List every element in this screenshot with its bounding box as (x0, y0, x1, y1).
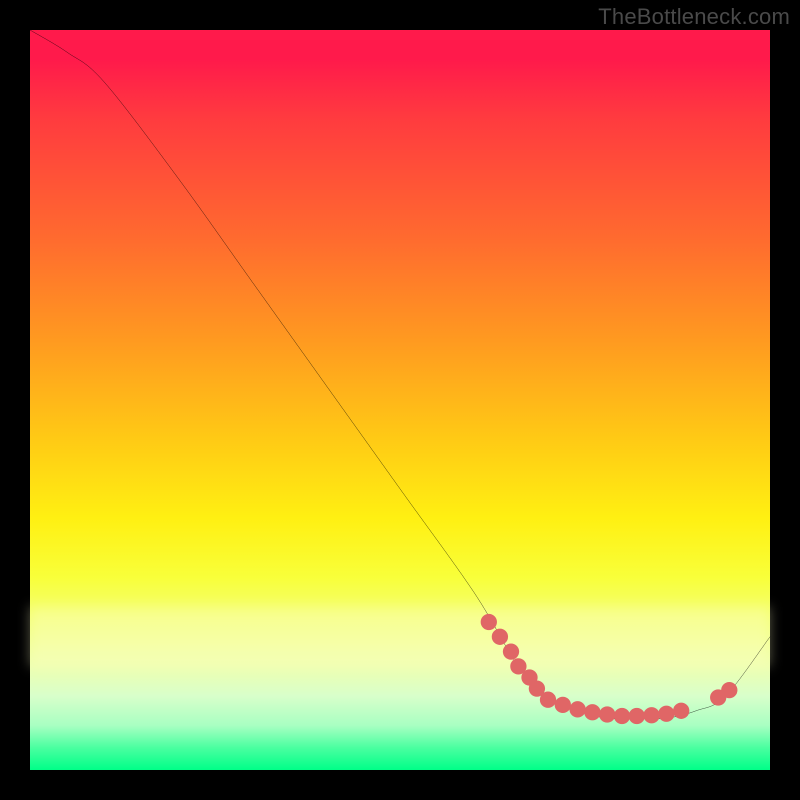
curve-line (30, 30, 770, 719)
scatter-dot (658, 706, 674, 722)
scatter-dot (492, 629, 508, 645)
scatter-dot (584, 704, 600, 720)
curve-line-group (30, 30, 770, 719)
scatter-dot (673, 703, 689, 719)
scatter-dot (503, 643, 519, 659)
plot-area (30, 30, 770, 770)
chart-frame: TheBottleneck.com (0, 0, 800, 800)
scatter-dot (629, 708, 645, 724)
scatter-dot (569, 701, 585, 717)
scatter-dots (481, 614, 738, 724)
scatter-dot (721, 682, 737, 698)
scatter-dot (599, 706, 615, 722)
scatter-dot (540, 692, 556, 708)
chart-svg (30, 30, 770, 770)
scatter-dot (643, 707, 659, 723)
scatter-dot (555, 697, 571, 713)
watermark-text: TheBottleneck.com (598, 4, 790, 30)
scatter-dot (481, 614, 497, 630)
scatter-dot (614, 708, 630, 724)
